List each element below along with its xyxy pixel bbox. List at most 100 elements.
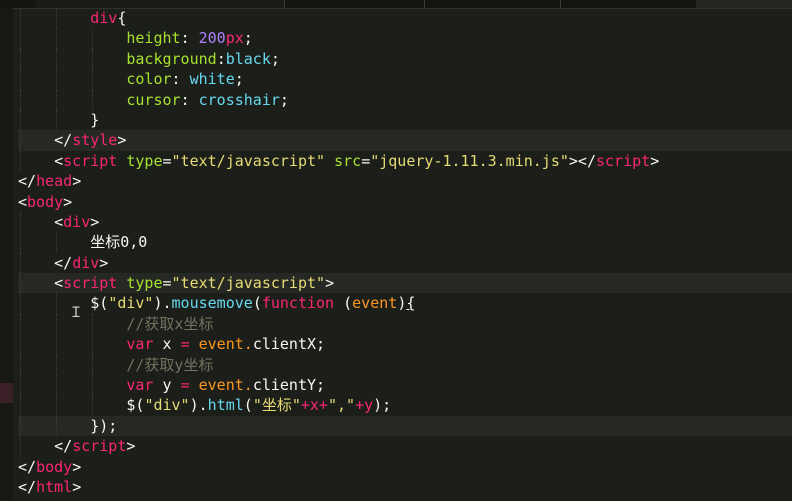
code-token: event — [352, 294, 398, 313]
indent-guide — [20, 150, 21, 172]
code-token: var — [126, 376, 154, 395]
code-line[interactable]: height: 200px; — [18, 28, 792, 49]
code-line[interactable]: div{ — [18, 8, 792, 29]
code-line[interactable]: </body> — [18, 457, 792, 477]
indent-guide — [20, 273, 21, 294]
code-token: black — [225, 49, 271, 68]
code-token: </ — [18, 457, 37, 476]
code-token: head — [36, 172, 73, 191]
code-line[interactable]: <script type="text/javascript" src="jque… — [18, 150, 792, 172]
indent-guide — [92, 334, 94, 355]
gutter — [0, 8, 13, 501]
code-token: body — [36, 457, 73, 476]
indent-guide — [56, 8, 58, 29]
code-token: } — [90, 110, 100, 129]
code-token: ) — [397, 294, 407, 313]
indent-guide — [56, 89, 58, 110]
code-line[interactable]: </script> — [18, 436, 792, 457]
code-line[interactable]: $("div").html("坐标"+x+","+y); — [18, 395, 792, 416]
tab[interactable] — [0, 0, 37, 8]
tab[interactable] — [284, 0, 425, 8]
code-token: px — [225, 29, 244, 48]
code-editor[interactable]: div{ height: 200px; background:black; co… — [0, 0, 792, 501]
code-line[interactable]: <div> — [18, 211, 792, 233]
code-token: white — [189, 70, 235, 89]
code-token: html — [36, 477, 73, 496]
indent-guide — [92, 375, 94, 396]
code-token: > — [72, 457, 82, 476]
code-token: : — [216, 49, 226, 68]
code-line[interactable]: cursor: crosshair; — [18, 89, 792, 110]
indent-guide — [20, 415, 21, 437]
code-area[interactable]: div{ height: 200px; background:black; co… — [18, 8, 792, 501]
code-line[interactable]: </html> — [18, 477, 792, 497]
code-token: type — [126, 274, 163, 293]
tab-active[interactable] — [696, 0, 792, 8]
code-line[interactable]: //获取x坐标 — [18, 313, 792, 335]
code-token: < — [54, 274, 64, 293]
code-token: </ — [54, 253, 73, 272]
code-token: $( — [126, 396, 145, 415]
code-line[interactable]: background:black; — [18, 48, 792, 70]
indent-guide — [20, 130, 21, 151]
indent-guide — [20, 232, 21, 253]
gutter-marker — [0, 383, 13, 403]
code-line[interactable]: </style> — [18, 130, 792, 151]
code-token: > — [126, 437, 136, 456]
code-token: </ — [54, 131, 73, 150]
indent-guide — [20, 354, 21, 376]
code-line[interactable]: <body> — [18, 192, 792, 212]
indent-guide — [56, 69, 58, 90]
indent-guide — [92, 313, 94, 335]
code-token: x — [153, 335, 181, 354]
code-line[interactable]: </head> — [18, 171, 792, 191]
code-token: var — [126, 335, 154, 354]
code-token: : — [171, 70, 190, 89]
indent-guide — [20, 252, 21, 274]
code-token: : — [180, 29, 199, 48]
indent-guide — [20, 28, 21, 49]
code-token: color — [126, 70, 172, 89]
code-line[interactable]: var y = event.clientY; — [18, 375, 792, 396]
indent-guide — [20, 334, 21, 355]
code-token: "div" — [108, 294, 154, 313]
code-token: script — [63, 274, 118, 293]
code-token: div — [72, 253, 100, 272]
code-token: "," — [327, 396, 356, 415]
code-token: script — [63, 151, 118, 170]
code-line[interactable]: </div> — [18, 252, 792, 274]
code-token: "div" — [144, 396, 190, 415]
code-line[interactable]: 坐标0,0 — [18, 232, 792, 253]
indent-guide — [20, 436, 21, 457]
code-token: < — [18, 192, 28, 211]
code-line[interactable]: $("div").mousemove(function (event){ — [18, 293, 792, 314]
code-line[interactable]: }); — [18, 415, 792, 437]
indent-guide — [56, 354, 58, 376]
code-token: > — [117, 131, 127, 150]
code-token: = — [180, 376, 190, 395]
code-token: +y — [355, 396, 374, 415]
code-line[interactable]: //获取y坐标 — [18, 354, 792, 376]
code-token: > — [72, 172, 82, 191]
indent-guide — [92, 48, 94, 70]
code-token: > — [650, 151, 660, 170]
code-token: > — [90, 212, 100, 231]
code-token: ( — [252, 294, 262, 313]
code-line[interactable]: color: white; — [18, 69, 792, 90]
indent-guide — [56, 313, 58, 335]
code-token: ; — [279, 90, 289, 109]
code-line[interactable]: } — [18, 109, 792, 131]
code-token: background — [126, 49, 217, 68]
tab[interactable] — [36, 0, 285, 8]
indent-guide — [20, 395, 21, 416]
code-line[interactable]: var x = event.clientX; — [18, 334, 792, 355]
code-line[interactable]: <script type="text/javascript"> — [18, 273, 792, 294]
tab[interactable] — [424, 0, 561, 8]
code-token: function — [261, 294, 335, 313]
